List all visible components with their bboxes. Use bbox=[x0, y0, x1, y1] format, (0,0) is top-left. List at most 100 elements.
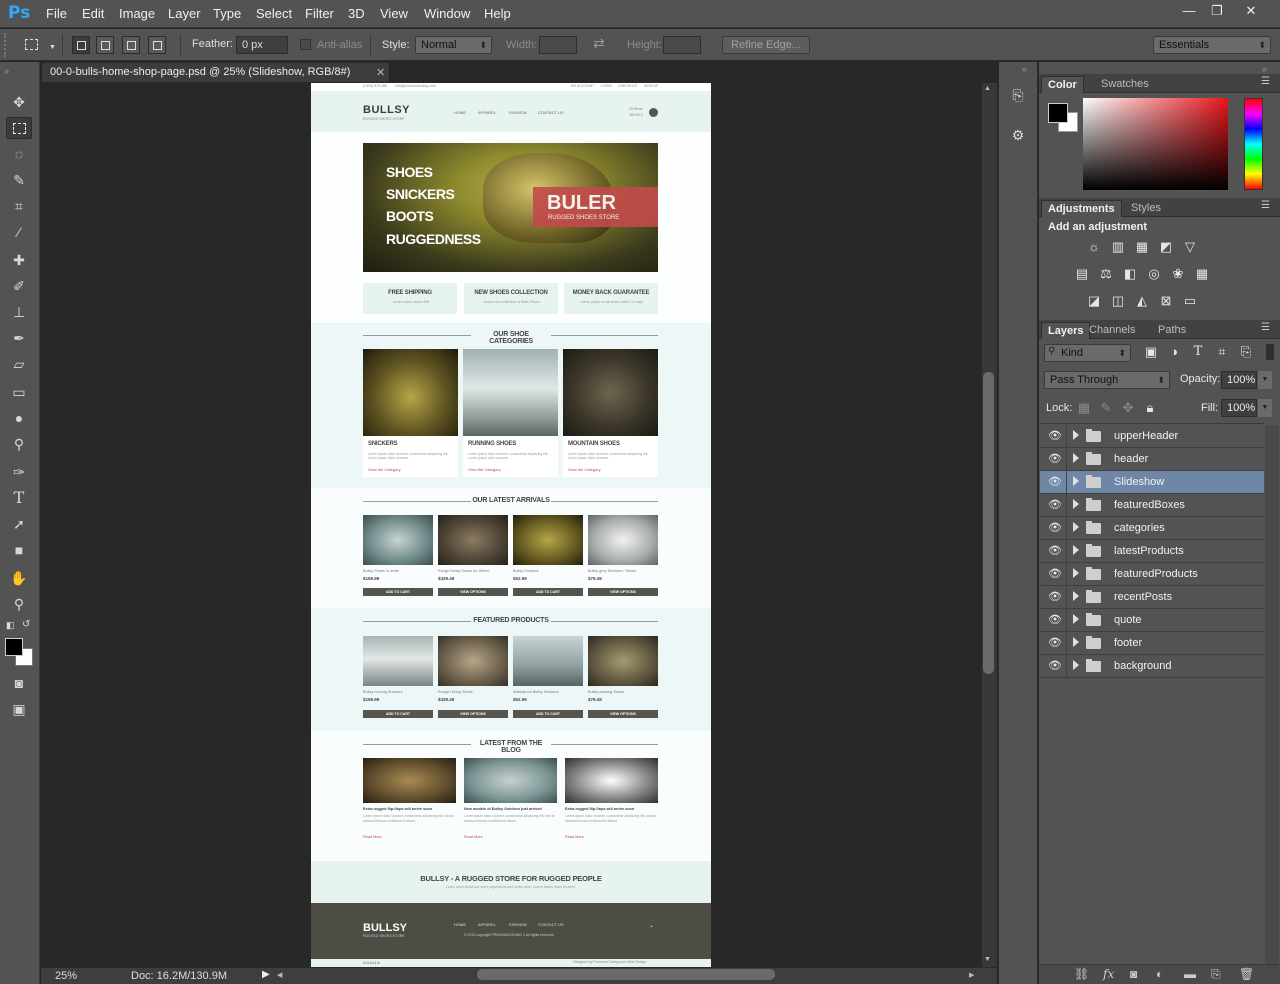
levels-icon[interactable]: ▥ bbox=[1110, 240, 1126, 254]
horizontal-scroll-thumb[interactable] bbox=[477, 969, 775, 980]
width-input[interactable] bbox=[539, 36, 577, 54]
filter-kind-select[interactable]: Kind bbox=[1044, 344, 1131, 362]
collapse-dock-icon[interactable]: « bbox=[1022, 64, 1027, 74]
color-field[interactable] bbox=[1083, 98, 1228, 190]
scroll-up-icon[interactable]: ▲ bbox=[984, 85, 991, 92]
add-to-selection-icon[interactable] bbox=[96, 36, 114, 54]
layer-row[interactable]: 👁︎ background bbox=[1040, 655, 1264, 678]
default-colors-icon[interactable]: ◧ bbox=[6, 620, 15, 631]
menu-select[interactable]: Select bbox=[256, 6, 292, 21]
menu-3d[interactable]: 3D bbox=[348, 6, 365, 21]
lasso-tool-icon[interactable]: ◌ bbox=[6, 143, 32, 165]
dodge-tool-icon[interactable]: ⚲ bbox=[6, 433, 32, 455]
style-select[interactable]: Normal bbox=[415, 36, 492, 54]
layer-row[interactable]: 👁︎ header bbox=[1040, 448, 1264, 471]
eraser-tool-icon[interactable]: ▱ bbox=[6, 353, 32, 375]
invert-icon[interactable]: ◪ bbox=[1086, 294, 1102, 308]
fg-color-chip[interactable] bbox=[1048, 103, 1068, 123]
vibrance-icon[interactable]: ▽ bbox=[1182, 240, 1198, 254]
opacity-dropdown-icon[interactable]: ▼ bbox=[1258, 371, 1272, 389]
expand-arrow-icon[interactable] bbox=[1073, 614, 1079, 624]
lock-transparent-icon[interactable]: ▦ bbox=[1076, 401, 1092, 415]
color-lookup-icon[interactable]: ▦ bbox=[1194, 267, 1210, 281]
opacity-input[interactable]: 100% bbox=[1221, 371, 1257, 389]
tab-color[interactable]: Color bbox=[1041, 76, 1084, 93]
posterize-icon[interactable]: ◫ bbox=[1110, 294, 1126, 308]
menu-type[interactable]: Type bbox=[213, 6, 241, 21]
collapse-panels-icon[interactable]: » bbox=[1262, 64, 1267, 74]
hand-tool-icon[interactable]: ✋ bbox=[6, 567, 32, 589]
lock-pixels-icon[interactable]: ✎ bbox=[1098, 401, 1114, 415]
lock-position-icon[interactable]: ✥ bbox=[1120, 401, 1136, 415]
visibility-eye-icon[interactable]: 👁︎ bbox=[1048, 613, 1062, 626]
menu-edit[interactable]: Edit bbox=[82, 6, 104, 21]
expand-arrow-icon[interactable] bbox=[1073, 499, 1079, 509]
brightness-icon[interactable]: ☼ bbox=[1086, 240, 1102, 254]
expand-arrow-icon[interactable] bbox=[1073, 453, 1079, 463]
expand-arrow-icon[interactable] bbox=[1073, 522, 1079, 532]
visibility-eye-icon[interactable]: 👁︎ bbox=[1048, 659, 1062, 672]
rectangle-tool-icon[interactable]: ■ bbox=[6, 539, 32, 561]
layer-row[interactable]: 👁︎ Slideshow bbox=[1040, 471, 1264, 494]
add-mask-icon[interactable]: ◙ bbox=[1130, 967, 1137, 981]
layer-row[interactable]: 👁︎ latestProducts bbox=[1040, 540, 1264, 563]
refine-edge-button[interactable]: Refine Edge... bbox=[722, 36, 810, 54]
layer-style-icon[interactable]: fx bbox=[1103, 967, 1114, 981]
quick-select-tool-icon[interactable]: ✎ bbox=[6, 169, 32, 191]
subtract-selection-icon[interactable] bbox=[122, 36, 140, 54]
panel-menu-icon[interactable]: ☰ bbox=[1261, 200, 1270, 211]
tab-paths[interactable]: Paths bbox=[1152, 322, 1192, 338]
delete-layer-icon[interactable]: 🗑︎ bbox=[1239, 967, 1254, 981]
layer-row[interactable]: 👁︎ recentPosts bbox=[1040, 586, 1264, 609]
hue-saturation-icon[interactable]: ▤ bbox=[1074, 267, 1090, 281]
exposure-icon[interactable]: ◩ bbox=[1158, 240, 1174, 254]
layers-scrollbar[interactable] bbox=[1265, 425, 1279, 965]
move-tool-icon[interactable]: ✥ bbox=[6, 91, 32, 113]
status-menu-arrow-icon[interactable]: ▶ bbox=[262, 969, 270, 980]
filter-shape-icon[interactable]: ⌗ bbox=[1214, 345, 1230, 359]
tab-styles[interactable]: Styles bbox=[1125, 200, 1167, 216]
new-layer-icon[interactable]: ⎘ bbox=[1211, 967, 1221, 982]
panel-menu-icon[interactable]: ☰ bbox=[1261, 76, 1270, 87]
swap-icon[interactable]: ⇄ bbox=[593, 35, 605, 52]
layer-row[interactable]: 👁︎ upperHeader bbox=[1040, 425, 1264, 448]
type-tool-icon[interactable]: T bbox=[6, 487, 32, 509]
menu-window[interactable]: Window bbox=[424, 6, 470, 21]
expand-arrow-icon[interactable] bbox=[1073, 545, 1079, 555]
panel-menu-icon[interactable]: ☰ bbox=[1261, 322, 1270, 333]
layer-row[interactable]: 👁︎ featuredBoxes bbox=[1040, 494, 1264, 517]
visibility-eye-icon[interactable]: 👁︎ bbox=[1048, 429, 1062, 442]
history-panel-icon[interactable]: ⎘ bbox=[1006, 87, 1030, 109]
quick-mask-icon[interactable]: ◙ bbox=[6, 672, 32, 694]
restore-button[interactable]: ❐ bbox=[1206, 2, 1228, 20]
layer-row[interactable]: 👁︎ categories bbox=[1040, 517, 1264, 540]
expand-arrow-icon[interactable] bbox=[1073, 430, 1079, 440]
crop-tool-icon[interactable]: ⌗ bbox=[6, 195, 32, 217]
scroll-down-icon[interactable]: ▼ bbox=[984, 956, 991, 963]
visibility-eye-icon[interactable]: 👁︎ bbox=[1048, 544, 1062, 557]
layer-row[interactable]: 👁︎ quote bbox=[1040, 609, 1264, 632]
photo-filter-icon[interactable]: ◎ bbox=[1146, 267, 1162, 281]
menu-view[interactable]: View bbox=[380, 6, 408, 21]
properties-panel-icon[interactable]: ⚙ bbox=[1006, 127, 1030, 149]
filter-toggle[interactable] bbox=[1266, 344, 1274, 360]
blend-mode-select[interactable]: Pass Through bbox=[1044, 371, 1170, 389]
tab-swatches[interactable]: Swatches bbox=[1095, 76, 1155, 92]
path-select-tool-icon[interactable]: ➚ bbox=[6, 513, 32, 535]
filter-type-icon[interactable]: T bbox=[1190, 345, 1206, 359]
screen-mode-icon[interactable]: ▣ bbox=[6, 698, 32, 720]
visibility-eye-icon[interactable]: 👁︎ bbox=[1048, 452, 1062, 465]
swap-colors-icon[interactable]: ↺ bbox=[22, 619, 30, 630]
fill-input[interactable]: 100% bbox=[1221, 399, 1257, 417]
curves-icon[interactable]: ▦ bbox=[1134, 240, 1150, 254]
menu-filter[interactable]: Filter bbox=[305, 6, 334, 21]
visibility-eye-icon[interactable]: 👁︎ bbox=[1048, 521, 1062, 534]
selective-color-icon[interactable]: ⊠ bbox=[1158, 294, 1174, 308]
menu-help[interactable]: Help bbox=[484, 6, 511, 21]
lock-all-icon[interactable]: 🔒︎ bbox=[1142, 401, 1158, 415]
hue-slider[interactable] bbox=[1244, 98, 1263, 190]
fill-dropdown-icon[interactable]: ▼ bbox=[1258, 399, 1272, 417]
menu-file[interactable]: File bbox=[46, 6, 67, 21]
menu-layer[interactable]: Layer bbox=[168, 6, 201, 21]
psd-canvas[interactable]: (+000) 675 456 info@premiumcoding.com MY… bbox=[311, 83, 711, 967]
